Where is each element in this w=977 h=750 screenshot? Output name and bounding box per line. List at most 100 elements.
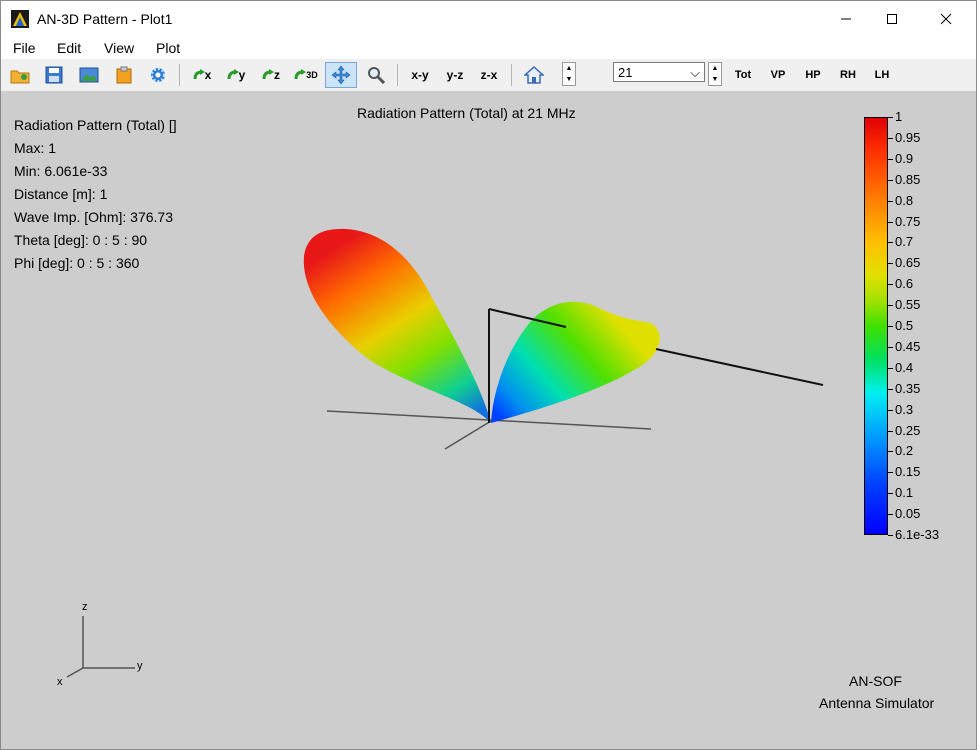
colorbar-label: 1 [895,109,903,124]
home-icon [524,66,544,84]
move-arrows-icon [331,65,351,85]
colorbar-tick [888,138,893,139]
triad-y-label: y [137,660,143,672]
colorbar-tick [888,514,893,515]
colorbar-tick [888,472,893,473]
lh-button[interactable]: LH [868,62,896,88]
magnifier-icon [368,67,385,84]
main-lobe [303,228,491,423]
app-logo-icon [11,10,29,28]
rotate-arrow-icon [262,69,274,80]
zoom-button[interactable] [363,62,389,88]
title-bar: AN-3D Pattern - Plot1 [1,1,976,37]
rotate-z-label: z [274,68,280,82]
colorbar-label: 0.4 [895,360,914,375]
export-image-button[interactable] [76,62,102,88]
colorbar-label: 0.95 [895,130,921,145]
frequency-stepper-right[interactable]: ▲ ▼ [708,62,722,86]
colorbar-tick [888,410,893,411]
toolbar-separator [511,64,512,86]
minimize-icon [841,18,851,20]
menu-view[interactable]: View [104,40,134,56]
colorbar-label: 0.9 [895,151,914,166]
colorbar-label: 0.5 [895,318,914,333]
rotate-3d-label: 3D [306,70,318,80]
chevron-up-icon[interactable]: ▲ [563,63,575,74]
close-button[interactable] [923,1,969,37]
app-window: AN-3D Pattern - Plot1 File Edit View Plo… [0,0,977,750]
view-zx-button[interactable]: z-x [475,62,503,88]
close-icon [940,13,952,25]
triad-x-label: x [57,676,63,688]
rotate-z-button[interactable]: z [258,62,284,88]
open-button[interactable] [7,62,33,88]
rotate-arrow-icon [227,69,239,80]
colorbar-label: 0.6 [895,276,914,291]
colorbar-label: 0.1 [895,485,914,500]
view-yz-button[interactable]: y-z [441,62,469,88]
colorbar-tick [888,201,893,202]
frequency-select[interactable]: 21 ⌵ [613,62,705,82]
colorbar-tick [888,389,893,390]
radiation-pattern-3d[interactable] [1,91,976,749]
colorbar-label: 0.35 [895,381,921,396]
chevron-down-icon[interactable]: ▼ [563,74,575,85]
secondary-lobe [491,301,660,423]
home-button[interactable] [521,62,547,88]
image-icon [79,67,99,83]
rotate-y-label: y [238,68,246,82]
rotate-y-button[interactable]: y [223,62,249,88]
colorbar [864,117,888,535]
chevron-down-icon: ⌵ [690,65,700,80]
maximize-button[interactable] [869,1,915,37]
colorbar-tick [888,117,893,118]
save-button[interactable] [41,62,67,88]
brand-subtitle: Antenna Simulator [819,695,935,711]
colorbar-label: 0.8 [895,193,914,208]
brand-name: AN-SOF [849,673,902,689]
colorbar-label: 0.05 [895,506,921,521]
ground-axis-line [444,420,492,450]
colorbar-label: 0.85 [895,172,921,187]
save-icon [45,66,63,84]
colorbar-tick [888,284,893,285]
rotate-arrow-icon [193,69,205,80]
plot-area[interactable]: Radiation Pattern (Total) at 21 MHz Radi… [1,91,976,749]
clipboard-button[interactable] [111,62,137,88]
frequency-value: 21 [618,65,633,80]
menu-file[interactable]: File [13,40,36,56]
maximize-icon [887,14,897,24]
rotate-x-button[interactable]: x [189,62,215,88]
view-xy-button[interactable]: x-y [406,62,434,88]
colorbar-tick [888,180,893,181]
colorbar-tick [888,242,893,243]
colorbar-tick [888,451,893,452]
colorbar-label: 0.15 [895,464,921,479]
minimize-button[interactable] [823,1,869,37]
toolbar: x y z 3D x-y y-z z-x [1,59,976,91]
hp-button[interactable]: HP [799,62,827,88]
colorbar-tick [888,431,893,432]
window-title: AN-3D Pattern - Plot1 [37,11,173,27]
colorbar-label: 0.3 [895,402,914,417]
colorbar-tick [888,347,893,348]
settings-button[interactable] [145,62,171,88]
colorbar-tick [888,368,893,369]
colorbar-tick [888,263,893,264]
pan-button[interactable] [325,62,357,88]
rotate-3d-button[interactable]: 3D [293,62,319,88]
colorbar-label: 0.65 [895,255,921,270]
chevron-down-icon[interactable]: ▼ [709,74,721,85]
tot-button[interactable]: Tot [729,62,757,88]
rh-button[interactable]: RH [834,62,862,88]
chevron-up-icon[interactable]: ▲ [709,63,721,74]
menu-bar: File Edit View Plot [1,37,976,59]
triad-z-label: z [82,601,88,613]
menu-plot[interactable]: Plot [156,40,180,56]
menu-edit[interactable]: Edit [57,40,81,56]
colorbar-tick [888,222,893,223]
frequency-stepper-left[interactable]: ▲ ▼ [562,62,576,86]
colorbar-label: 0.25 [895,423,921,438]
vp-button[interactable]: VP [764,62,792,88]
colorbar-tick [888,493,893,494]
